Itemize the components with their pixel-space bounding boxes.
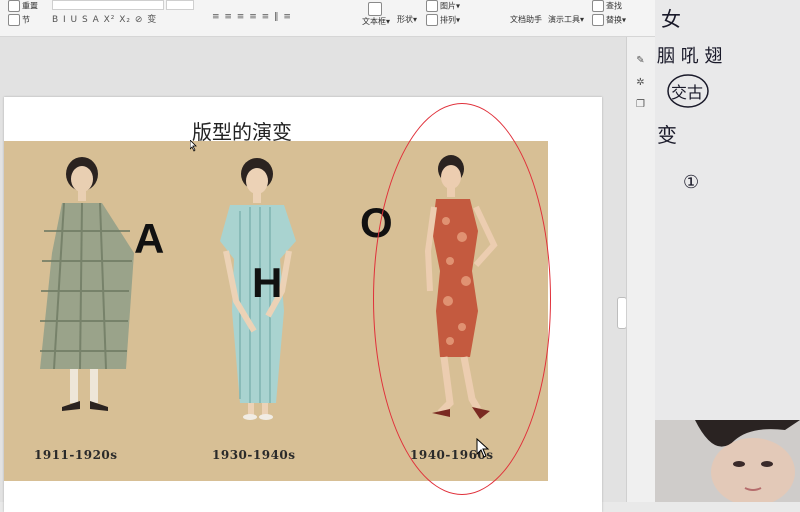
doc-assistant-button[interactable]: 文档助手 [510,14,542,25]
section-icon [8,14,20,26]
webcam-feed-image [655,420,800,502]
ink-char-1: 女 [661,7,681,31]
presentation-tools-button[interactable]: 演示工具▾ [548,14,584,25]
reset-icon [8,0,20,12]
slide[interactable]: 版型的演变 A H O 1911-1920s 1930-1940s 1940-1… [4,97,602,512]
replace-button[interactable]: 替换▾ [592,14,626,26]
qipao-figures-image [4,141,548,481]
ink-char-4: 变 [657,123,677,147]
qipao-illustration[interactable]: A H O 1911-1920s 1930-1940s 1940-1960s [4,141,548,481]
letter-o: O [360,199,393,246]
find-button[interactable]: 查找 [592,0,622,12]
mouse-pointer-icon [476,438,490,458]
handwriting-canvas: 女 胭 吼 翅 交古 变 ① [657,7,722,193]
layers-icon[interactable]: ❐ [635,99,646,110]
side-tool-strip: ✎ ✲ ❐ [626,37,655,502]
font-size-select[interactable] [166,0,194,10]
image-button[interactable]: 图片▾ [426,0,460,12]
handwriting-notes-panel[interactable]: 女 胭 吼 翅 交古 变 ① [655,0,800,420]
ink-char-2: 胭 吼 翅 [657,46,722,67]
star-icon[interactable]: ✲ [635,77,646,88]
slide-canvas[interactable]: 版型的演变 A H O 1911-1920s 1930-1940s 1940-1… [0,37,627,512]
ribbon-toolbar: 重置 节 B I U S A X² X₂ ⊘ 变 ≡ ≡ ≡ ≡ ≡ ‖ ≡ 文… [0,0,655,37]
webcam-overlay [655,420,800,502]
reset-button[interactable]: 重置 [8,0,38,12]
search-icon [592,0,604,12]
shape-button[interactable]: 形状▾ [397,14,417,25]
paragraph-buttons[interactable]: ≡ ≡ ≡ ≡ ≡ ‖ ≡ [212,12,292,22]
format-buttons[interactable]: B I U S A X² X₂ ⊘ 变 [52,12,157,25]
sparkle-icon[interactable]: ✎ [635,55,646,66]
small-cursor-icon [190,140,197,152]
image-icon [426,0,438,12]
arrange-icon [426,14,438,26]
font-name-select[interactable] [52,0,164,10]
section-button[interactable]: 节 [8,14,30,26]
era-label-1: 1911-1920s [34,448,118,462]
text-box-button[interactable]: 文本框▾ [362,2,390,27]
ink-char-3: 交古 [671,83,703,102]
replace-icon [592,14,604,26]
text-box-icon [368,2,382,16]
arrange-button[interactable]: 排列▾ [426,14,460,26]
letter-a: A [134,215,165,262]
letter-h: H [252,259,283,306]
ink-char-5: ① [683,172,699,193]
era-label-2: 1930-1940s [212,448,296,462]
